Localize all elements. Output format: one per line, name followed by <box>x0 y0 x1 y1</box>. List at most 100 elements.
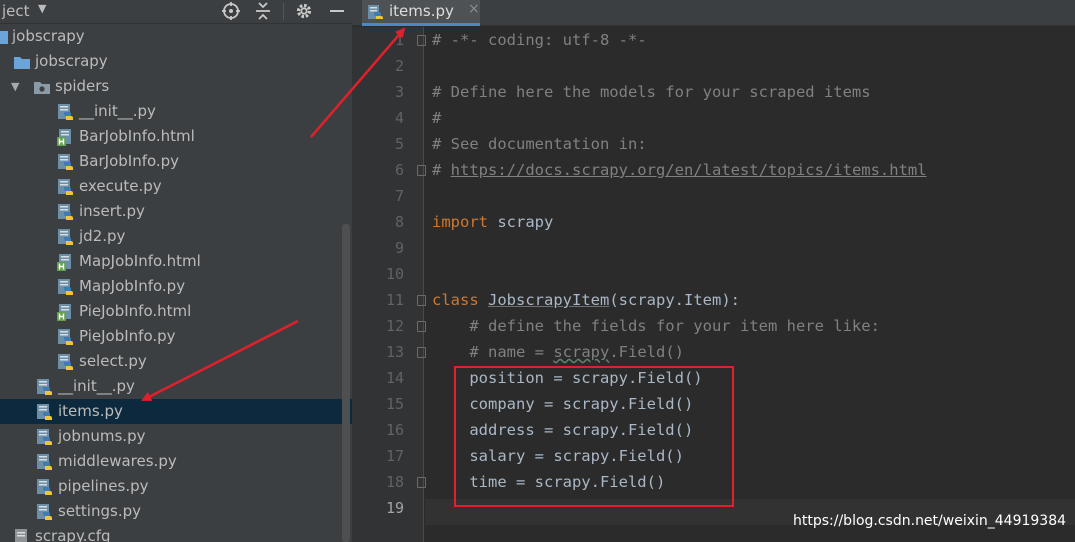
html-file-icon <box>57 254 71 271</box>
tree-item-label: __init__.py <box>79 102 156 120</box>
tree-item-label: MapJobInfo.py <box>79 277 186 295</box>
python-file-icon <box>58 154 73 170</box>
tree-item[interactable]: items.py <box>0 399 352 424</box>
python-file-icon <box>58 329 73 345</box>
code-line: # <box>432 105 441 131</box>
tree-item[interactable]: MapJobInfo.py <box>0 274 352 299</box>
line-number: 13 <box>385 343 404 361</box>
line-number: 4 <box>394 109 404 127</box>
fold-marker-icon[interactable] <box>417 321 426 332</box>
code-line: # define the fields for your item here l… <box>432 313 880 339</box>
editor-tab-bar: items.py × <box>352 0 1075 26</box>
html-file-icon <box>57 129 71 146</box>
line-number: 12 <box>385 317 404 335</box>
tree-item-label: settings.py <box>58 502 141 520</box>
line-number: 2 <box>394 57 404 75</box>
tree-item[interactable]: PieJobInfo.py <box>0 324 352 349</box>
fold-marker-icon[interactable] <box>417 477 426 488</box>
code-token: (scrapy.Item): <box>609 291 740 309</box>
code-token: import <box>432 213 488 231</box>
minimize-icon[interactable] <box>327 1 347 21</box>
tree-item[interactable]: middlewares.py <box>0 449 352 474</box>
gear-icon[interactable] <box>294 1 314 21</box>
tree-item[interactable]: jobscrapy <box>0 24 352 49</box>
tree-item[interactable]: jobnums.py <box>0 424 352 449</box>
code-token: # See documentation in: <box>432 135 647 153</box>
tree-item-label: jobnums.py <box>58 427 146 445</box>
tree-item[interactable]: __init__.py <box>0 99 352 124</box>
expand-arrow-icon[interactable]: ▼ <box>11 74 19 99</box>
collapse-all-icon[interactable] <box>253 1 273 21</box>
tree-item[interactable]: BarJobInfo.html <box>0 124 352 149</box>
tree-item[interactable]: ▼ spiders <box>0 74 352 99</box>
tree-item[interactable]: settings.py <box>0 499 352 524</box>
sidebar-scrollbar[interactable] <box>342 224 350 542</box>
tree-item[interactable]: jd2.py <box>0 224 352 249</box>
python-file-icon <box>37 404 52 420</box>
python-file-icon <box>37 429 52 445</box>
line-number: 11 <box>385 291 404 309</box>
line-number: 8 <box>394 213 404 231</box>
python-file-icon <box>58 279 73 295</box>
chevron-down-icon[interactable]: ▼ <box>38 2 46 15</box>
tree-item[interactable]: scrapy.cfg <box>0 524 352 542</box>
code-token: # name = <box>432 343 554 361</box>
python-file-icon <box>58 354 73 370</box>
fold-marker-icon[interactable] <box>417 35 426 46</box>
tree-item-label: PieJobInfo.py <box>79 327 176 345</box>
tree-item[interactable]: BarJobInfo.py <box>0 149 352 174</box>
annotation-highlight-box <box>454 366 734 507</box>
tree-item-label: jobscrapy <box>12 27 85 45</box>
line-number: 15 <box>385 395 404 413</box>
code-token: .Field() <box>609 343 684 361</box>
tree-item[interactable]: select.py <box>0 349 352 374</box>
tree-item[interactable]: execute.py <box>0 174 352 199</box>
code-line: # name = scrapy.Field() <box>432 339 684 365</box>
tree-item[interactable]: PieJobInfo.html <box>0 299 352 324</box>
crosshair-icon[interactable] <box>221 1 241 21</box>
python-file-icon <box>368 5 383 19</box>
project-title[interactable]: ject <box>2 2 30 20</box>
fold-marker-icon[interactable] <box>417 165 426 176</box>
code-token: # -*- coding: utf-8 -*- <box>432 31 647 49</box>
tree-item-label: scrapy.cfg <box>35 527 111 542</box>
tree-item[interactable]: insert.py <box>0 199 352 224</box>
tree-item-label: __init__.py <box>58 377 135 395</box>
close-icon[interactable]: × <box>468 1 480 17</box>
project-sidebar: ject ▼ jobscrapy jobscrapy ▼ spiders __init_… <box>0 0 352 542</box>
html-file-icon <box>57 304 71 321</box>
tree-item[interactable]: jobscrapy <box>0 49 352 74</box>
project-header: ject ▼ <box>0 0 352 24</box>
code-token: JobscrapyItem <box>488 291 610 309</box>
line-number: 17 <box>385 447 404 465</box>
line-number: 7 <box>394 187 404 205</box>
code-line: class JobscrapyItem(scrapy.Item): <box>432 287 740 313</box>
tree-item-label: items.py <box>58 402 123 420</box>
code-token: https://docs.scrapy.org/en/latest/topics… <box>450 161 927 179</box>
code-token: # <box>432 109 442 127</box>
tree-item[interactable]: pipelines.py <box>0 474 352 499</box>
tree-item-label: PieJobInfo.html <box>79 302 192 320</box>
tree-item-label: jd2.py <box>79 227 126 245</box>
tree-item-label: jobscrapy <box>35 52 108 70</box>
line-number: 9 <box>394 239 404 257</box>
code-token: class <box>432 291 479 309</box>
tree-item[interactable]: __init__.py <box>0 374 352 399</box>
line-number: 6 <box>394 161 404 179</box>
tab-items-py[interactable]: items.py × <box>362 0 480 26</box>
code-token: # Define here the models for your scrape… <box>432 83 871 101</box>
line-number: 5 <box>394 135 404 153</box>
fold-marker-icon[interactable] <box>417 295 426 306</box>
python-file-icon <box>58 104 73 120</box>
line-number: 16 <box>385 421 404 439</box>
python-file-icon <box>58 204 73 220</box>
python-file-icon <box>37 479 52 495</box>
code-line: # -*- coding: utf-8 -*- <box>432 27 647 53</box>
code-token: scrapy <box>553 343 610 361</box>
code-token: # <box>432 161 451 179</box>
line-number: 18 <box>385 473 404 491</box>
tree-item[interactable]: MapJobInfo.html <box>0 249 352 274</box>
code-token: scrapy <box>488 213 554 231</box>
tree-item-label: spiders <box>55 77 110 95</box>
fold-marker-icon[interactable] <box>417 347 426 358</box>
